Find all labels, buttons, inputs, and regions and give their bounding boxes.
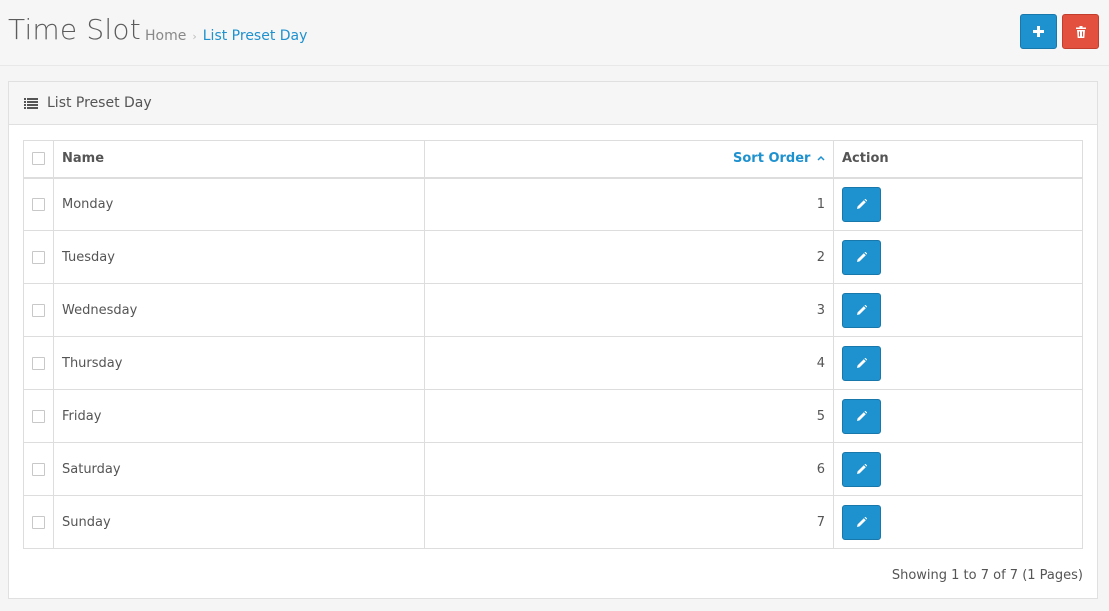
edit-button[interactable] xyxy=(842,451,881,487)
row-select-cell xyxy=(23,442,54,496)
column-header-action: Action xyxy=(833,140,1083,179)
column-sort-order-label: Sort Order xyxy=(733,151,811,167)
trash-icon xyxy=(1075,25,1086,38)
sort-order-cell: 3 xyxy=(424,283,834,337)
edit-button[interactable] xyxy=(842,186,881,222)
edit-button[interactable] xyxy=(842,398,881,434)
pencil-icon xyxy=(856,358,867,368)
row-checkbox[interactable] xyxy=(32,515,45,529)
action-cell xyxy=(833,230,1083,284)
day-name-cell: Sunday xyxy=(53,495,425,549)
pencil-icon xyxy=(856,517,867,527)
page-header: Time Slot Home › List Preset Day xyxy=(0,0,1109,66)
pencil-icon xyxy=(856,464,867,474)
column-header-sort-order[interactable]: Sort Order xyxy=(424,140,834,179)
pencil-icon xyxy=(856,305,867,315)
day-name-cell: Tuesday xyxy=(53,230,425,284)
table-row: Wednesday 3 xyxy=(23,283,1083,337)
table-header-row: Name Sort Order Action xyxy=(23,140,1083,179)
plus-icon xyxy=(1033,26,1044,37)
table-row: Friday 5 xyxy=(23,389,1083,443)
add-new-button[interactable] xyxy=(1020,14,1057,49)
sort-order-cell: 7 xyxy=(424,495,834,549)
day-name-cell: Wednesday xyxy=(53,283,425,337)
pencil-icon xyxy=(856,411,867,421)
delete-button[interactable] xyxy=(1062,14,1099,49)
preset-day-table: Name Sort Order Action Monday 1 Tuesday … xyxy=(23,140,1083,549)
row-checkbox[interactable] xyxy=(32,303,45,317)
panel-title: List Preset Day xyxy=(47,95,152,111)
list-icon xyxy=(24,97,38,109)
row-select-cell xyxy=(23,283,54,337)
action-cell xyxy=(833,442,1083,496)
column-name-label: Name xyxy=(62,151,105,167)
header-actions xyxy=(1020,14,1099,49)
breadcrumb-current-link[interactable]: List Preset Day xyxy=(203,28,308,44)
table-row: Monday 1 xyxy=(23,177,1083,231)
row-select-cell xyxy=(23,389,54,443)
select-all-checkbox[interactable] xyxy=(32,152,45,166)
table-row: Saturday 6 xyxy=(23,442,1083,496)
row-checkbox[interactable] xyxy=(32,462,45,476)
pencil-icon xyxy=(856,252,867,262)
action-cell xyxy=(833,495,1083,549)
row-checkbox[interactable] xyxy=(32,409,45,423)
edit-button[interactable] xyxy=(842,292,881,328)
pagination-summary: Showing 1 to 7 of 7 (1 Pages) xyxy=(891,568,1083,583)
row-checkbox[interactable] xyxy=(32,197,45,211)
day-name-cell: Friday xyxy=(53,389,425,443)
row-select-cell xyxy=(23,230,54,284)
sort-order-cell: 2 xyxy=(424,230,834,284)
sort-order-cell: 6 xyxy=(424,442,834,496)
table-row: Sunday 7 xyxy=(23,495,1083,549)
action-cell xyxy=(833,389,1083,443)
breadcrumb-separator: › xyxy=(192,29,197,43)
panel-heading: List Preset Day xyxy=(9,82,1097,125)
table-row: Thursday 4 xyxy=(23,336,1083,390)
list-panel: List Preset Day Name Sort Order Action M… xyxy=(8,81,1098,599)
breadcrumb-home-link[interactable]: Home xyxy=(145,28,186,44)
pencil-icon xyxy=(856,199,867,210)
day-name-cell: Saturday xyxy=(53,442,425,496)
page-title: Time Slot xyxy=(8,13,141,46)
select-all-cell xyxy=(23,140,54,179)
edit-button[interactable] xyxy=(842,504,881,540)
edit-button[interactable] xyxy=(842,345,881,381)
sort-order-cell: 1 xyxy=(424,177,834,231)
table-row: Tuesday 2 xyxy=(23,230,1083,284)
row-select-cell xyxy=(23,336,54,390)
action-cell xyxy=(833,283,1083,337)
row-checkbox[interactable] xyxy=(32,356,45,370)
sort-order-cell: 5 xyxy=(424,389,834,443)
row-checkbox[interactable] xyxy=(32,250,45,264)
caret-up-icon xyxy=(817,156,825,161)
column-header-name[interactable]: Name xyxy=(53,140,425,179)
edit-button[interactable] xyxy=(842,239,881,275)
sort-order-cell: 4 xyxy=(424,336,834,390)
day-name-cell: Thursday xyxy=(53,336,425,390)
action-cell xyxy=(833,336,1083,390)
table-body: Monday 1 Tuesday 2 Wednesday 3 Thursday … xyxy=(23,177,1083,549)
action-cell xyxy=(833,177,1083,231)
day-name-cell: Monday xyxy=(53,177,425,231)
row-select-cell xyxy=(23,177,54,231)
column-action-label: Action xyxy=(842,151,889,167)
row-select-cell xyxy=(23,495,54,549)
breadcrumb: Home › List Preset Day xyxy=(145,28,307,44)
